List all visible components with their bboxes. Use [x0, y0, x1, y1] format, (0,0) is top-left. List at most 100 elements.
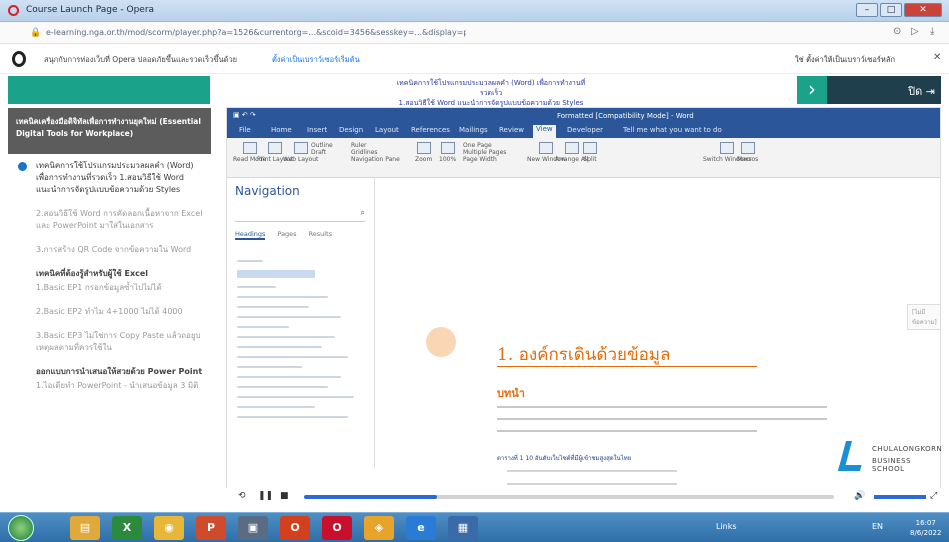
nav-tab-results: Results [308, 230, 333, 238]
ie-icon[interactable]: e [406, 516, 436, 540]
app-icon[interactable]: ▣ [238, 516, 268, 540]
course-title-line1: เทคนิคการใช้โปรแกรมประมวลผลคำ (Word) เพื… [396, 79, 586, 97]
maximize-button[interactable]: □ [880, 3, 902, 17]
tab-review: Review [499, 126, 524, 134]
chrome-icon[interactable]: ◉ [154, 516, 184, 540]
video-progress-fill [304, 495, 437, 499]
course-header: เทคนิคการใช้โปรแกรมประมวลผลคำ (Word) เพื… [0, 74, 949, 107]
links-toolbar[interactable]: Links [716, 522, 737, 531]
word-ribbon: Read Mode Print Layout Web Layout Outlin… [227, 138, 940, 178]
nav-tab-pages: Pages [277, 230, 297, 238]
current-dot-icon [18, 162, 27, 171]
exit-button[interactable]: ปิด ⇥ [908, 82, 935, 100]
opera-taskbar-icon[interactable]: O [322, 516, 352, 540]
tab-design: Design [339, 126, 364, 134]
url-text[interactable]: e-learning.nga.or.th/mod/scorm/player.ph… [46, 28, 466, 37]
doc-heading: 1. องค์กรเดินด้วยข้อมูล [497, 345, 671, 365]
split: Split [583, 142, 597, 163]
course-sidebar: เทคนิคเครื่องมือดิจิทัลเพื่อการทำงานยุคใ… [8, 108, 211, 516]
sidebar-item-7[interactable]: 1.ไอเดียทำ PowerPoint - นำเสนอข้อมูล 3 ม… [8, 380, 211, 398]
sidebar-item-1[interactable]: เทคนิคการใช้โปรแกรมประมวลผลคำ (Word) เพื… [8, 154, 211, 202]
clock[interactable]: 16:07 8/6/2022 [910, 518, 941, 538]
sidebar-item-4[interactable]: 1.Basic EP1 กรอกข้อมูลซ้ำไปไม่ได้ [8, 282, 211, 300]
word-titlebar: ▣ ↶ ↷ Formatted [Compatibility Mode] - W… [227, 108, 940, 124]
document-page: [ไม่มีข้อความ] 1. องค์กรเดินด้วยข้อมูล บ… [377, 178, 940, 498]
sidebar-item-5[interactable]: 2.Basic EP2 ทำไม 4+1000 ไม่ได้ 4000 [8, 300, 211, 324]
pause-icon[interactable]: ❚❚ [258, 491, 273, 501]
tab-home: Home [271, 126, 292, 134]
sidebar-item-6[interactable]: 3.Basic EP3 ไม่ใช่การ Copy Paste แล้วถอย… [8, 324, 211, 360]
mouse-highlight [426, 327, 456, 357]
tab-developer: Developer [567, 126, 604, 134]
address-bar[interactable]: 🔒 e-learning.nga.or.th/mod/scorm/player.… [0, 22, 949, 44]
play-icon[interactable]: ▷ [911, 26, 919, 37]
language-indicator[interactable]: EN [872, 522, 883, 531]
stop-icon[interactable]: ■ [280, 491, 289, 501]
save-icon: ▣ ↶ ↷ [233, 111, 256, 119]
tell-me: Tell me what you want to do [623, 126, 722, 134]
heading-rule [497, 366, 757, 367]
volume-slider[interactable] [874, 495, 926, 499]
office-icon[interactable]: O [280, 516, 310, 540]
tab-layout: Layout [375, 126, 399, 134]
tab-references: References [411, 126, 450, 134]
next-button[interactable]: › [797, 76, 827, 104]
opera-logo-icon [12, 51, 26, 67]
tab-mailings: Mailings [459, 126, 488, 134]
chula-mark-icon [837, 441, 869, 471]
window-icon[interactable]: ▦ [448, 516, 478, 540]
windows-taskbar: ▤ X ◉ P ▣ O O ◈ e ▦ Links EN 16:07 8/6/20… [0, 512, 949, 542]
nav-search-icon: ⌕ [235, 208, 365, 222]
fullscreen-icon[interactable]: ⤢ [930, 491, 937, 501]
replay-icon[interactable]: ⟲ [238, 491, 246, 501]
shield-icon[interactable]: ⊙ [893, 26, 901, 37]
nav-heading-list [237, 260, 367, 426]
start-button[interactable] [8, 515, 34, 541]
zoom-100: 100% [439, 142, 456, 163]
table-row [507, 483, 677, 485]
video-controls: ⟲ ❚❚ ■ 🔊 ⤢ [226, 488, 941, 506]
tab-insert: Insert [307, 126, 328, 134]
chula-logo: CHULALONGKORN BUSINESS SCHOOL [837, 433, 943, 493]
zoom: Zoom [415, 142, 432, 163]
minimize-button[interactable]: – [856, 3, 878, 17]
promo-right[interactable]: ใช่ ตั้งค่าให้เป็นเบราว์เซอร์หลัก [795, 54, 895, 66]
table-row [507, 470, 677, 472]
word-title: Formatted [Compatibility Mode] - Word [557, 112, 694, 120]
outline-draft: Outline Draft [311, 142, 333, 156]
word-video-frame: ▣ ↶ ↷ Formatted [Compatibility Mode] - W… [226, 107, 941, 505]
close-button[interactable]: ✕ [904, 3, 942, 17]
download-icon[interactable]: ⤓ [930, 26, 934, 37]
sidebar-section-ppt: ออกแบบการนำเสนอให้สวยด้วย Power Point [36, 367, 203, 376]
paragraph-line [497, 430, 757, 432]
window-titlebar: Course Launch Page - Opera – □ ✕ [0, 0, 949, 22]
page-views: One Page Multiple Pages Page Width [463, 142, 507, 163]
explorer-icon[interactable]: ▤ [70, 516, 100, 540]
sidebar-item-2[interactable]: 2.สอนวิธีใช้ Word การคัดลอกเนื้อหาจาก Ex… [8, 202, 211, 238]
navigation-pane: Navigation ⌕ Headings Pages Results [227, 178, 375, 468]
promo-close-icon[interactable]: ✕ [933, 52, 941, 63]
promo-message: สนุกกับการท่องเว็บที่ Opera ปลอดภัยขึ้นแ… [44, 55, 238, 64]
nav-tabs: Headings Pages Results [235, 230, 344, 240]
promo-link[interactable]: ตั้งค่าเป็นเบราว์เซอร์เริ่มต้น [272, 54, 360, 66]
volume-icon[interactable]: 🔊 [854, 491, 865, 501]
status-badge: [ไม่มีข้อความ] [907, 304, 940, 330]
word-tabs: File Home Insert Design Layout Reference… [227, 124, 940, 138]
course-nav: › ปิด ⇥ [797, 76, 941, 104]
sidebar-section-excel: เทคนิคที่ต้องรู้สำหรับผู้ใช้ Excel [36, 269, 149, 278]
opera-icon [8, 5, 19, 16]
video-progress[interactable] [304, 495, 834, 499]
avast-icon[interactable]: ◈ [364, 516, 394, 540]
nav-tab-headings: Headings [235, 230, 266, 240]
excel-icon[interactable]: X [112, 516, 142, 540]
sidebar-item-3[interactable]: 3.การสร้าง QR Code จากข้อความใน Word [8, 238, 211, 262]
tab-file: File [239, 126, 251, 134]
doc-subheading: บทนำ [497, 387, 525, 400]
lock-icon: 🔒 [30, 28, 42, 38]
promo-banner: สนุกกับการท่องเว็บที่ Opera ปลอดภัยขึ้นแ… [0, 44, 949, 74]
powerpoint-icon[interactable]: P [196, 516, 226, 540]
course-logo-block [8, 76, 210, 104]
window-title: Course Launch Page - Opera [26, 5, 155, 15]
macros: Macros [737, 142, 758, 163]
paragraph-line [497, 406, 827, 408]
